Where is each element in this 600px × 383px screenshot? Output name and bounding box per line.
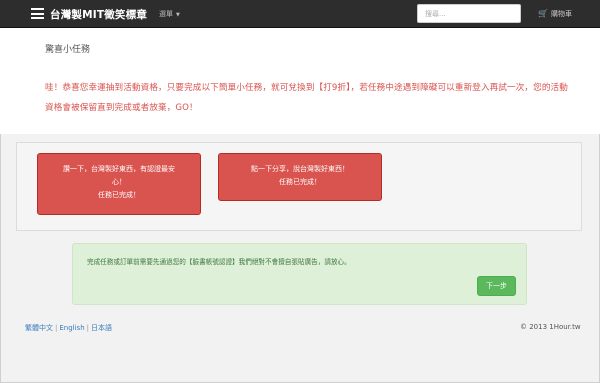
copyright: © 2013 1Hour.tw [520, 323, 581, 331]
task-like-status: 任務已完成！ [98, 191, 140, 199]
separator: | [86, 324, 89, 332]
task-area: 讚一下，台灣製好東西，有認證最安 心！ 任務已完成！ 點一下分享，說台灣製好東西… [16, 142, 582, 231]
lang-ja-link[interactable]: 日本語 [91, 324, 112, 332]
lang-zh-link[interactable]: 繁體中文 [25, 324, 53, 332]
navbar: 台灣製MIT徵笑標章 選單▼ 🛒購物車 [0, 0, 600, 28]
task-share-button[interactable]: 點一下分享，說台灣製好東西！ 任務已完成！ [218, 153, 382, 201]
lang-en-link[interactable]: English [59, 324, 84, 332]
language-links: 繁體中文 | English | 日本語 [25, 323, 112, 333]
task-share-status: 任務已完成！ [279, 178, 321, 186]
intro-panel: 驚喜小任務 哇！恭喜您幸運抽到活動資格，只要完成以下簡單小任務，就可兌換到【打9… [0, 28, 600, 134]
task-share-line1: 點一下分享，說台灣製好東西！ [251, 165, 349, 173]
task-like-line2: 心！ [112, 178, 126, 186]
separator: | [55, 324, 58, 332]
cart-link[interactable]: 🛒 購物車 [538, 9, 572, 19]
menu-icon[interactable] [31, 8, 44, 19]
page-title: 驚喜小任務 [45, 45, 91, 55]
task-like-button[interactable]: 讚一下，台灣製好東西，有認證最安 心！ 任務已完成！ [37, 153, 201, 215]
task-like-line1: 讚一下，台灣製好東西，有認證最安 [63, 165, 175, 173]
search-input[interactable] [417, 4, 521, 23]
menu-dropdown[interactable]: 選單 ▼ [159, 9, 180, 19]
menu-dropdown-label: 選單 [159, 10, 173, 18]
alert-message: 完成任務或訂單前需要先通過您的【臉書帳號認證】我們絕對不會擅自張貼廣告，請放心。 [87, 258, 351, 266]
next-step-button[interactable]: 下一步 [477, 276, 516, 296]
cart-label: 購物車 [550, 10, 572, 18]
caret-down-icon: ▼ [176, 12, 180, 18]
brand-title[interactable]: 台灣製MIT徵笑標章 [50, 7, 147, 22]
success-alert: 完成任務或訂單前需要先通過您的【臉書帳號認證】我們絕對不會擅自張貼廣告，請放心。… [72, 243, 527, 305]
cart-icon: 🛒 [538, 9, 548, 18]
intro-message: 哇！恭喜您幸運抽到活動資格，只要完成以下簡單小任務，就可兌換到【打9折】，若任務… [45, 83, 568, 113]
